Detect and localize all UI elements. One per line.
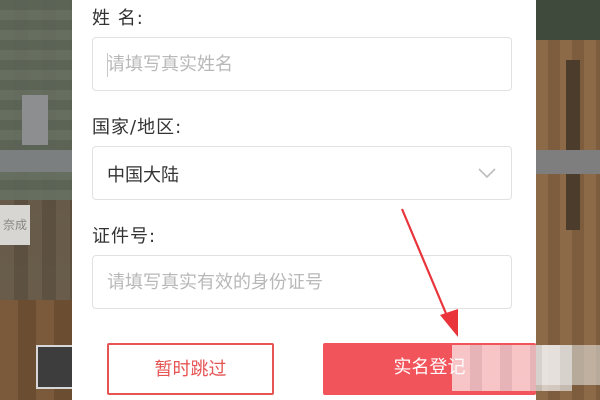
id-number-label: 证件号: bbox=[92, 226, 157, 247]
blurred-watermark bbox=[452, 345, 572, 391]
screen: 奈成 姓 名: 国家/地区: 中国大陆 证件号: 暂时跳过 实名登记 bbox=[0, 0, 600, 400]
id-number-field-box[interactable] bbox=[92, 255, 512, 309]
background-game-scene-right bbox=[536, 0, 600, 400]
region-selected-value: 中国大陆 bbox=[107, 165, 179, 186]
chevron-down-icon bbox=[478, 168, 496, 179]
skip-button[interactable]: 暂时跳过 bbox=[107, 343, 274, 395]
region-select[interactable]: 中国大陆 bbox=[92, 146, 512, 200]
name-label: 姓 名: bbox=[92, 8, 144, 29]
background-game-scene-left: 奈成 bbox=[0, 0, 74, 400]
background-app-tile bbox=[36, 345, 74, 389]
real-name-registration-dialog: 姓 名: 国家/地区: 中国大陆 证件号: 暂时跳过 实名登记 bbox=[72, 0, 536, 400]
background-partial-text: 奈成 bbox=[0, 205, 30, 245]
name-field-box[interactable] bbox=[92, 37, 512, 91]
id-number-input[interactable] bbox=[107, 256, 487, 308]
region-label: 国家/地区: bbox=[92, 117, 183, 138]
name-input[interactable] bbox=[107, 38, 487, 90]
